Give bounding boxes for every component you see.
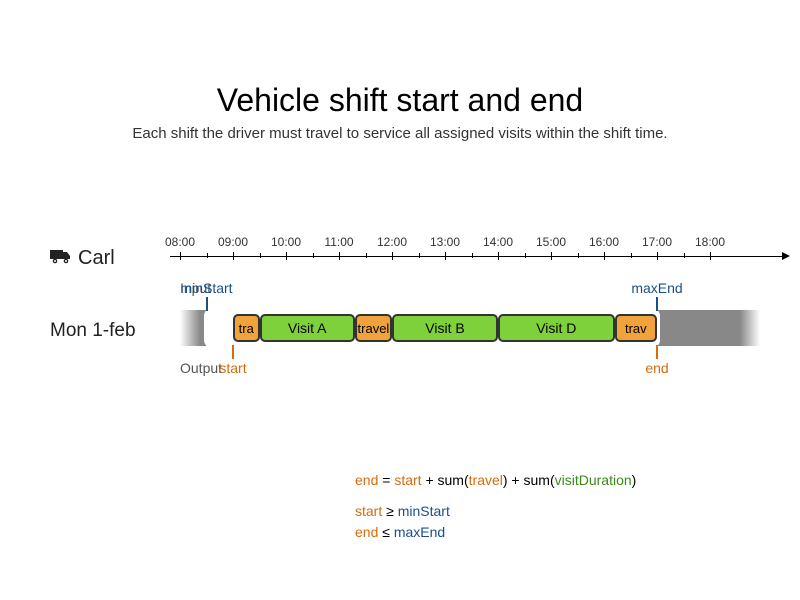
axis-arrow-icon bbox=[782, 252, 790, 260]
tick-minor bbox=[366, 253, 367, 258]
tick-label: 15:00 bbox=[536, 235, 566, 249]
tick-label: 12:00 bbox=[377, 235, 407, 249]
tick-minor bbox=[684, 253, 685, 258]
tick-minor bbox=[525, 253, 526, 258]
visit-segment: Visit A bbox=[260, 314, 355, 342]
travel-segment: tra bbox=[233, 314, 260, 342]
day-label: Mon 1-feb bbox=[50, 320, 136, 342]
tick-minor bbox=[578, 253, 579, 258]
travel-segment: trav bbox=[615, 314, 657, 342]
tick bbox=[339, 252, 340, 260]
maxend-label: maxEnd bbox=[631, 280, 682, 296]
minstart-label: minStart bbox=[180, 280, 232, 296]
start-label: start bbox=[219, 360, 246, 376]
formula-start-constraint: start ≥ minStart bbox=[355, 501, 636, 522]
minstart-mark bbox=[206, 297, 208, 311]
page-title: Vehicle shift start and end bbox=[0, 0, 800, 119]
tick-minor bbox=[313, 253, 314, 258]
travel-segment: travel bbox=[355, 314, 392, 342]
driver-row: Carl bbox=[50, 247, 115, 270]
time-axis: 08:0009:0010:0011:0012:0013:0014:0015:00… bbox=[180, 235, 760, 275]
tick-label: 17:00 bbox=[642, 235, 672, 249]
tick bbox=[710, 252, 711, 260]
end-label: end bbox=[645, 360, 668, 376]
formula-end-constraint: end ≤ maxEnd bbox=[355, 522, 636, 543]
tick-minor bbox=[419, 253, 420, 258]
visit-segment: Visit D bbox=[498, 314, 615, 342]
tick-label: 10:00 bbox=[271, 235, 301, 249]
tick-label: 18:00 bbox=[695, 235, 725, 249]
tick-label: 09:00 bbox=[218, 235, 248, 249]
axis-line bbox=[170, 256, 785, 257]
formula-block: end = start + sum(travel) + sum(visitDur… bbox=[355, 470, 636, 543]
tick-label: 16:00 bbox=[589, 235, 619, 249]
end-mark bbox=[656, 345, 658, 359]
tick bbox=[657, 252, 658, 260]
tick bbox=[233, 252, 234, 260]
tick-minor bbox=[472, 253, 473, 258]
visit-segment: Visit B bbox=[392, 314, 498, 342]
maxend-mark bbox=[656, 297, 658, 311]
tick bbox=[551, 252, 552, 260]
tick bbox=[498, 252, 499, 260]
start-mark bbox=[232, 345, 234, 359]
tick-label: 13:00 bbox=[430, 235, 460, 249]
tick bbox=[180, 252, 181, 260]
tick bbox=[604, 252, 605, 260]
tick bbox=[286, 252, 287, 260]
tick bbox=[445, 252, 446, 260]
tick-label: 14:00 bbox=[483, 235, 513, 249]
driver-name: Carl bbox=[78, 247, 115, 270]
tick bbox=[392, 252, 393, 260]
tick-minor bbox=[260, 253, 261, 258]
tick-minor bbox=[631, 253, 632, 258]
tick-minor bbox=[207, 253, 208, 258]
tick-label: 08:00 bbox=[165, 235, 195, 249]
page-subtitle: Each shift the driver must travel to ser… bbox=[0, 125, 800, 142]
tick-label: 11:00 bbox=[324, 235, 353, 249]
truck-icon bbox=[50, 248, 72, 269]
formula-end-eq: end = start + sum(travel) + sum(visitDur… bbox=[355, 470, 636, 491]
output-label: Output bbox=[180, 360, 222, 376]
